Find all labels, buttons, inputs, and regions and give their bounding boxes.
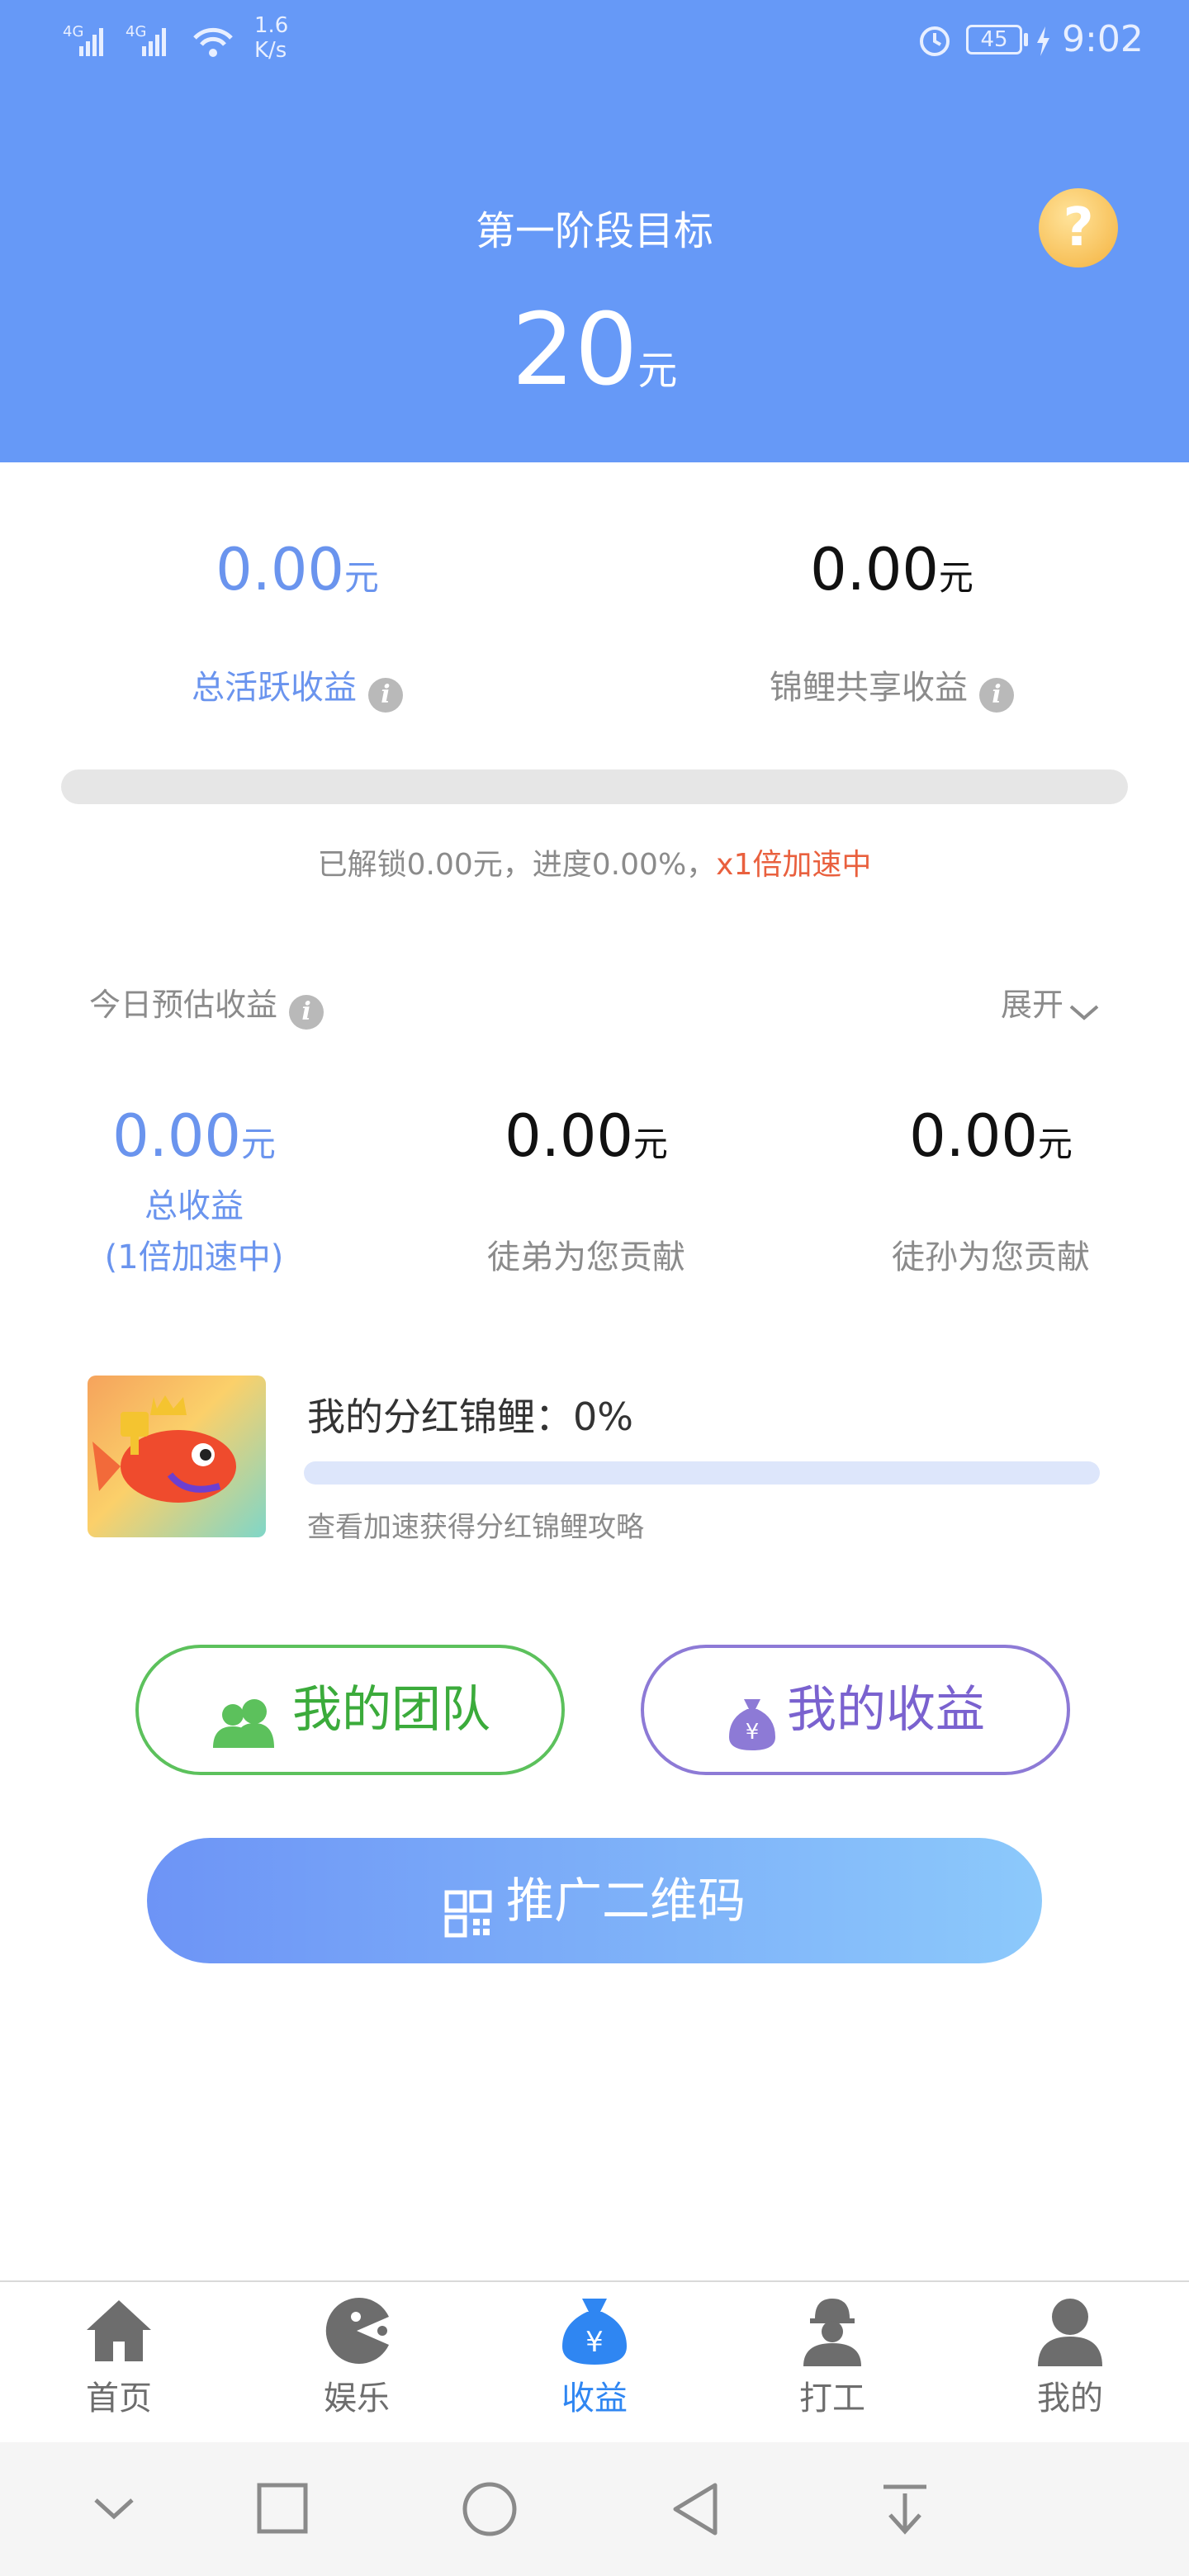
nav-label-mine: 我的 — [1037, 2379, 1103, 2417]
nav-item-work[interactable]: 打工 — [713, 2294, 951, 2419]
info-icon[interactable]: i — [368, 677, 403, 713]
goal-value: 20 — [511, 293, 638, 408]
koi-share-label: 锦鲤共享收益 — [770, 669, 968, 707]
qr-code-icon — [444, 1890, 492, 1937]
total-active-value: 0.00 — [216, 536, 344, 604]
nav-label-income: 收益 — [561, 2379, 628, 2417]
battery-indicator: 45 — [966, 25, 1022, 54]
home-circle-icon[interactable] — [461, 2480, 519, 2538]
page-title: 第一阶段目标 — [475, 208, 713, 254]
bottom-nav: 首页 娱乐 ¥ 收益 打工 我的 — [0, 2280, 1189, 2444]
koi-fish-icon — [92, 1395, 236, 1503]
koi-share-value: 0.00 — [810, 536, 939, 604]
nav-label-entertainment: 娱乐 — [324, 2379, 390, 2417]
svg-text:4G: 4G — [126, 23, 146, 40]
money-bag-icon: ¥ — [729, 1698, 775, 1750]
alarm-icon — [920, 26, 950, 56]
koi-share-unit: 元 — [938, 557, 973, 598]
status-signal: 4G 4G — [63, 18, 253, 71]
grand-apprentice-value: 0.00 — [909, 1102, 1038, 1170]
battery-cap — [1024, 33, 1028, 46]
goal-amount: 20元 — [0, 297, 1189, 405]
info-icon[interactable]: i — [979, 677, 1014, 713]
total-active-label-row[interactable]: 总活跃收益 i — [0, 661, 594, 713]
apprentice-unit: 元 — [632, 1124, 668, 1164]
chevron-down-icon — [1069, 1004, 1099, 1020]
my-income-button[interactable]: ¥ 我的收益 — [641, 1645, 1070, 1775]
my-team-button[interactable]: 我的团队 — [135, 1645, 565, 1775]
info-icon[interactable]: i — [289, 994, 324, 1030]
promo-qrcode-button[interactable]: 推广二维码 — [147, 1838, 1042, 1963]
clock: 9:02 — [1062, 18, 1144, 60]
team-icon — [213, 1698, 274, 1748]
total-active-label: 总活跃收益 — [192, 669, 357, 707]
charging-icon — [1037, 26, 1049, 56]
expand-label: 展开 — [1001, 987, 1064, 1023]
my-team-label: 我的团队 — [292, 1681, 490, 1739]
today-title-row[interactable]: 今日预估收益 i — [89, 979, 324, 1030]
today-total-label: 总收益 (1倍加速中) — [33, 1181, 355, 1283]
koi-title: 我的分红锦鲤：0% — [307, 1395, 633, 1439]
home-icon — [87, 2300, 151, 2361]
apprentice-label: 徒弟为您贡献 — [487, 1238, 685, 1276]
recents-square-icon[interactable] — [256, 2482, 309, 2535]
koi-share-label-row[interactable]: 锦鲤共享收益 i — [594, 661, 1189, 713]
chevron-down-icon[interactable] — [89, 2484, 139, 2533]
today-total-label-text: 总收益 — [144, 1187, 244, 1225]
grand-apprentice-unit: 元 — [1037, 1124, 1073, 1164]
money-bag-icon: ¥ — [562, 2299, 627, 2365]
game-icon — [325, 2298, 389, 2364]
koi-guide-link[interactable]: 查看加速获得分红锦鲤攻略 — [307, 1504, 644, 1545]
unlock-progress-bar — [61, 769, 1128, 804]
koi-progress-bar — [304, 1461, 1100, 1485]
user-icon — [1038, 2299, 1102, 2366]
total-active-unit: 元 — [343, 557, 379, 598]
nav-item-mine[interactable]: 我的 — [951, 2294, 1189, 2419]
today-total-multiplier: (1倍加速中) — [104, 1238, 284, 1276]
progress-text: 已解锁0.00元，进度0.00%，x1倍加速中 — [0, 841, 1189, 883]
grand-apprentice-amount: 0.00元 — [834, 1103, 1148, 1169]
today-total-unit: 元 — [240, 1124, 276, 1164]
today-title: 今日预估收益 — [89, 987, 278, 1023]
grand-apprentice-label: 徒孙为您贡献 — [892, 1238, 1090, 1276]
nav-item-home[interactable]: 首页 — [0, 2294, 238, 2419]
notification-pulldown-icon[interactable] — [879, 2480, 931, 2538]
nav-label-home: 首页 — [86, 2379, 152, 2417]
svg-text:¥: ¥ — [585, 2326, 604, 2359]
help-button[interactable]: ? — [1039, 188, 1118, 268]
network-speed: 1.6 K/s — [254, 13, 289, 63]
header: 4G 4G 1.6 K/s 45 9:02 第一阶段目标 20元 ? — [0, 0, 1189, 462]
svg-text:4G: 4G — [63, 23, 83, 40]
question-icon: ? — [1063, 197, 1094, 258]
apprentice-amount: 0.00元 — [429, 1103, 743, 1169]
worker-icon — [803, 2299, 861, 2366]
back-triangle-icon[interactable] — [669, 2480, 722, 2538]
promo-label: 推广二维码 — [505, 1873, 746, 1929]
koi-share-amount: 0.00元 — [594, 537, 1189, 603]
expand-button[interactable]: 展开 — [1001, 979, 1101, 1025]
speed-multiplier: x1倍加速中 — [716, 848, 872, 882]
today-total-amount: 0.00元 — [33, 1103, 355, 1169]
goal-unit: 元 — [637, 348, 678, 394]
system-nav-bar — [0, 2442, 1189, 2576]
nav-item-entertainment[interactable]: 娱乐 — [238, 2294, 476, 2419]
signal-icon: 4G 4G — [63, 23, 233, 57]
apprentice-value: 0.00 — [504, 1102, 633, 1170]
nav-label-work: 打工 — [799, 2379, 865, 2417]
my-income-label: 我的收益 — [787, 1681, 985, 1739]
svg-text:¥: ¥ — [746, 1720, 760, 1745]
nav-item-income[interactable]: ¥ 收益 — [476, 2294, 713, 2419]
koi-thumbnail[interactable] — [88, 1376, 266, 1537]
total-active-amount: 0.00元 — [0, 537, 594, 603]
today-total-value: 0.00 — [112, 1102, 241, 1170]
progress-status: 已解锁0.00元，进度0.00%， — [317, 848, 717, 882]
